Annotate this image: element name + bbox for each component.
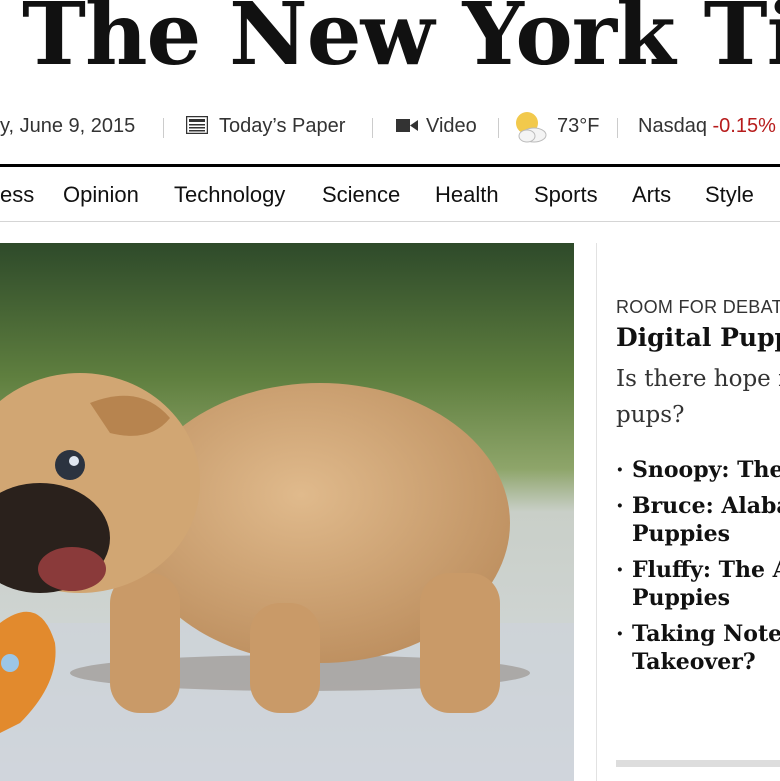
nav-item-opinion[interactable]: Opinion [63, 181, 139, 209]
newspaper-icon[interactable] [186, 116, 208, 134]
column-divider [596, 243, 597, 781]
utility-bar: y, June 9, 2015 Today’s Paper Video 73°F… [0, 104, 780, 148]
divider [163, 118, 164, 138]
debate-link[interactable]: Fluffy: The Ar Puppies [632, 557, 780, 611]
date-label: y, June 9, 2015 [0, 115, 136, 137]
room-for-debate-headline[interactable]: Digital Puppy [616, 323, 780, 352]
masthead-rule [0, 164, 780, 167]
nav-item-sports[interactable]: Sports [534, 181, 598, 209]
divider [617, 118, 618, 138]
room-for-debate-summary: Is there hope f pups? [616, 366, 780, 428]
list-item[interactable]: ·Bruce: Alabar Puppies [616, 492, 780, 548]
market-name: Nasdaq [638, 115, 707, 137]
room-for-debate-kicker[interactable]: ROOM FOR DEBAT [616, 297, 780, 318]
todays-paper-link[interactable]: Today’s Paper [219, 113, 345, 139]
list-item[interactable]: ·Taking Note: . Takeover? [616, 620, 780, 676]
video-link[interactable]: Video [426, 113, 477, 139]
nav-rule [0, 221, 780, 222]
nav-item-health[interactable]: Health [435, 181, 499, 209]
video-camera-icon[interactable] [396, 119, 418, 132]
masthead-logo[interactable]: The New York Times [22, 0, 780, 78]
divider [498, 118, 499, 138]
section-bar [616, 760, 780, 767]
lead-photo[interactable] [0, 243, 574, 781]
nav-item-arts[interactable]: Arts [632, 181, 671, 209]
debate-link[interactable]: Bruce: Alabar Puppies [632, 493, 780, 547]
weather-temperature[interactable]: 73°F [557, 113, 599, 139]
list-item[interactable]: ·Fluffy: The Ar Puppies [616, 556, 780, 612]
divider [372, 118, 373, 138]
nav-item-business[interactable]: ess [0, 181, 34, 209]
nav-item-science[interactable]: Science [322, 181, 400, 209]
debate-link[interactable]: Snoopy: The I [632, 457, 780, 483]
market-change: -0.15% [712, 115, 776, 137]
nav-item-style[interactable]: Style [705, 181, 754, 209]
puppy-photo [0, 243, 574, 781]
room-for-debate-list: ·Snoopy: The I ·Bruce: Alabar Puppies ·F… [616, 456, 780, 684]
market-ticker[interactable]: Nasdaq -0.15% [638, 113, 776, 139]
partly-cloudy-icon[interactable] [513, 110, 549, 144]
debate-link[interactable]: Taking Note: . Takeover? [632, 621, 780, 675]
section-nav: ess Opinion Technology Science Health Sp… [0, 169, 780, 221]
list-item[interactable]: ·Snoopy: The I [616, 456, 780, 484]
masthead[interactable]: The New York Times [0, 0, 780, 96]
nav-item-technology[interactable]: Technology [174, 181, 285, 209]
